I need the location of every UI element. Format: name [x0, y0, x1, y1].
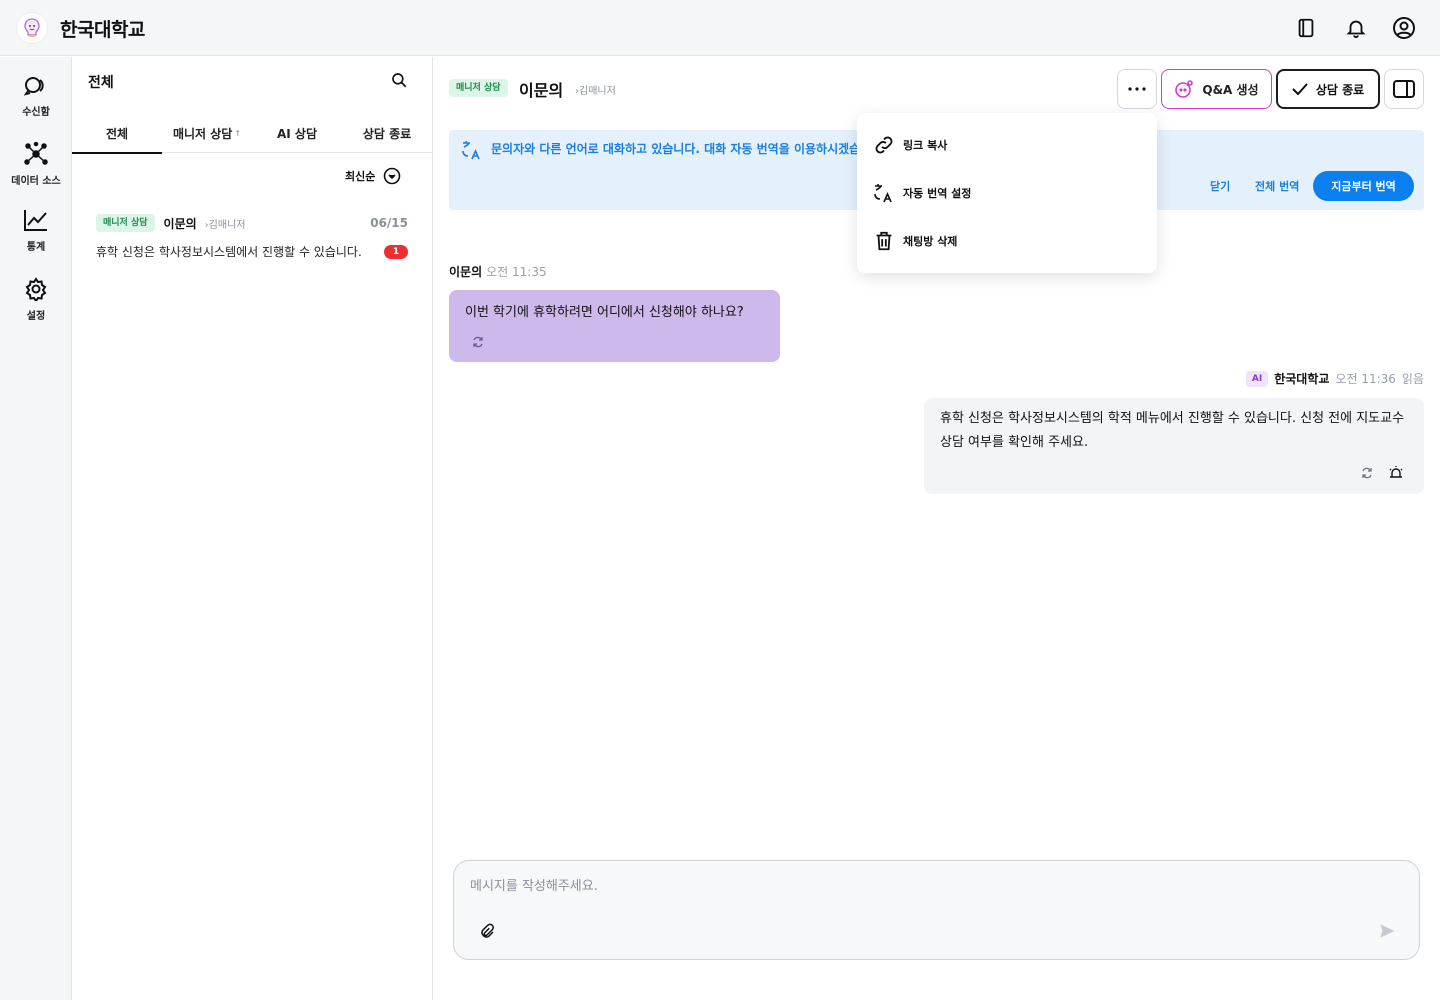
chevron-down-circle-icon — [384, 167, 401, 185]
menu-item-delete-chat[interactable]: 채팅방 삭제 — [873, 225, 1141, 257]
chat-user-name: 이문의 — [519, 81, 564, 100]
translation-banner-text: 문의자와 다른 언어로 대화하고 있습니다. 대화 자동 번역을 이용하시겠습 — [491, 142, 861, 156]
tab-ended[interactable]: 상담 종료 — [342, 113, 432, 153]
rail-item-settings[interactable]: 설정 — [0, 277, 72, 333]
qa-generate-button[interactable]: Q&A 생성 — [1161, 69, 1272, 109]
message-meta-ai: AI 한국대학교 오전 11:36 읽음 — [1245, 370, 1424, 387]
gear-icon — [25, 277, 47, 301]
message-meta: 이문의 오전 11:35 — [449, 263, 547, 280]
rail-label-inbox: 수신함 — [22, 107, 50, 118]
sort-arrow-icon: ↑ — [234, 128, 242, 138]
paperclip-icon[interactable] — [478, 923, 496, 941]
message-text: 휴학 신청은 학사정보시스템의 학적 메뉴에서 진행할 수 있습니다. 신청 전… — [940, 411, 1405, 450]
message-bubble-ai: 휴학 신청은 학사정보시스템의 학적 메뉴에서 진행할 수 있습니다. 신청 전… — [924, 398, 1424, 494]
translate-all-link[interactable]: 전체 번역 — [1255, 178, 1299, 194]
conversation-manager-name: 김매니저 — [208, 219, 246, 231]
alarm-icon[interactable] — [1388, 465, 1404, 481]
message-bubble-user: 이번 학기에 휴학하려면 어디에서 신청해야 하나요? — [449, 290, 780, 362]
conversation-name: 이문의 — [163, 216, 197, 231]
sort-label: 최신순 — [345, 170, 376, 183]
ai-badge: AI — [1245, 370, 1269, 387]
status-badge: 매니저 상담 — [449, 79, 508, 97]
conversation-manager: ›김매니저 — [204, 219, 246, 231]
rail-label-stats: 통계 — [26, 242, 46, 253]
brand-name: 한국대학교 — [60, 19, 145, 41]
message-input[interactable] — [470, 875, 1370, 915]
more-button[interactable] — [1117, 69, 1157, 109]
status-badge: 매니저 상담 — [96, 214, 155, 232]
menu-item-copy-link[interactable]: 링크 복사 — [873, 129, 1141, 161]
side-panel-toggle-button[interactable] — [1384, 69, 1424, 109]
banner-close-link[interactable]: 닫기 — [1210, 178, 1230, 194]
translate-small-icon[interactable] — [471, 335, 485, 349]
bell-icon[interactable] — [1342, 14, 1370, 42]
send-icon[interactable] — [1378, 922, 1396, 940]
trash-icon — [876, 231, 892, 251]
list-title: 전체 — [88, 75, 114, 91]
more-menu: 링크 복사 자동 번역 설정 채팅방 삭제 — [857, 113, 1157, 273]
tab-manager-label: 매니저 상담 — [172, 126, 233, 141]
top-bar: 한국대학교 — [0, 0, 1440, 56]
tab-ended-label: 상담 종료 — [362, 126, 412, 141]
translate-icon — [461, 139, 483, 161]
rail-item-inbox[interactable]: 수신함 — [0, 75, 72, 131]
message-sender: 한국대학교 — [1274, 372, 1330, 386]
chat-manager-name: 김매니저 — [579, 86, 616, 97]
conversation-list-panel: 전체 전체 매니저 상담 ↑ AI 상담 상담 종료 최신순 매니저 상담 이문의… — [72, 57, 433, 1000]
qa-generate-label: Q&A 생성 — [1202, 82, 1259, 97]
tab-all[interactable]: 전체 — [72, 113, 162, 154]
sort-dropdown[interactable]: 최신순 — [345, 167, 401, 185]
network-icon — [24, 142, 48, 165]
message-time: 오전 11:36 — [1335, 372, 1396, 386]
list-item[interactable]: 매니저 상담 이문의 ›김매니저 06/15 휴학 신청은 학사정보시스템에서 … — [96, 209, 408, 269]
link-icon — [875, 136, 893, 154]
message-text: 이번 학기에 휴학하려면 어디에서 신청해야 하나요? — [465, 305, 744, 320]
tab-ai-label: AI 상담 — [276, 126, 317, 141]
rail-item-stats[interactable]: 통계 — [0, 208, 72, 264]
message-composer — [453, 860, 1420, 960]
check-icon — [1292, 83, 1308, 95]
user-circle-icon[interactable] — [1390, 14, 1418, 42]
left-rail: 수신함 데이터 소스 통계 설정 — [0, 57, 72, 1000]
menu-item-auto-translate-label: 자동 번역 설정 — [903, 187, 972, 200]
inbox-chat-icon — [23, 77, 44, 96]
conversation-date: 06/15 — [370, 216, 408, 230]
rail-label-data-source: 데이터 소스 — [11, 176, 61, 187]
book-icon[interactable] — [1292, 14, 1320, 42]
translate-now-button[interactable]: 지금부터 번역 — [1313, 171, 1414, 201]
tab-manager[interactable]: 매니저 상담 ↑ — [162, 113, 252, 153]
chat-header: 매니저 상담 이문의 ›김매니저 Q&A 생성 상담 종료 — [433, 57, 1440, 121]
menu-item-delete-chat-label: 채팅방 삭제 — [903, 235, 958, 248]
rail-label-settings: 설정 — [26, 311, 46, 322]
more-horizontal-icon — [1128, 87, 1146, 91]
side-panel-icon — [1393, 80, 1415, 98]
unread-badge: 1 — [384, 245, 408, 259]
message-sender: 이문의 — [449, 265, 483, 279]
ai-spark-icon — [1175, 80, 1194, 98]
message-time: 오전 11:35 — [486, 265, 547, 279]
menu-item-copy-link-label: 링크 복사 — [903, 139, 948, 152]
end-consultation-label: 상담 종료 — [1315, 82, 1365, 97]
conversation-preview: 휴학 신청은 학사정보시스템에서 진행할 수 있습니다. — [96, 245, 362, 259]
menu-item-auto-translate[interactable]: 자동 번역 설정 — [873, 177, 1141, 209]
list-tabs: 전체 매니저 상담 ↑ AI 상담 상담 종료 — [72, 113, 432, 154]
chart-line-icon — [24, 210, 47, 231]
tab-all-label: 전체 — [105, 126, 129, 141]
translate-icon — [874, 184, 892, 203]
logo-icon[interactable] — [16, 12, 48, 44]
search-icon[interactable] — [390, 71, 410, 91]
read-status: 읽음 — [1401, 372, 1424, 386]
tab-ai[interactable]: AI 상담 — [252, 113, 342, 153]
translate-small-icon[interactable] — [1360, 466, 1374, 480]
chat-manager: ›김매니저 — [575, 86, 616, 97]
end-consultation-button[interactable]: 상담 종료 — [1276, 69, 1380, 109]
rail-item-data-source[interactable]: 데이터 소스 — [0, 142, 72, 198]
